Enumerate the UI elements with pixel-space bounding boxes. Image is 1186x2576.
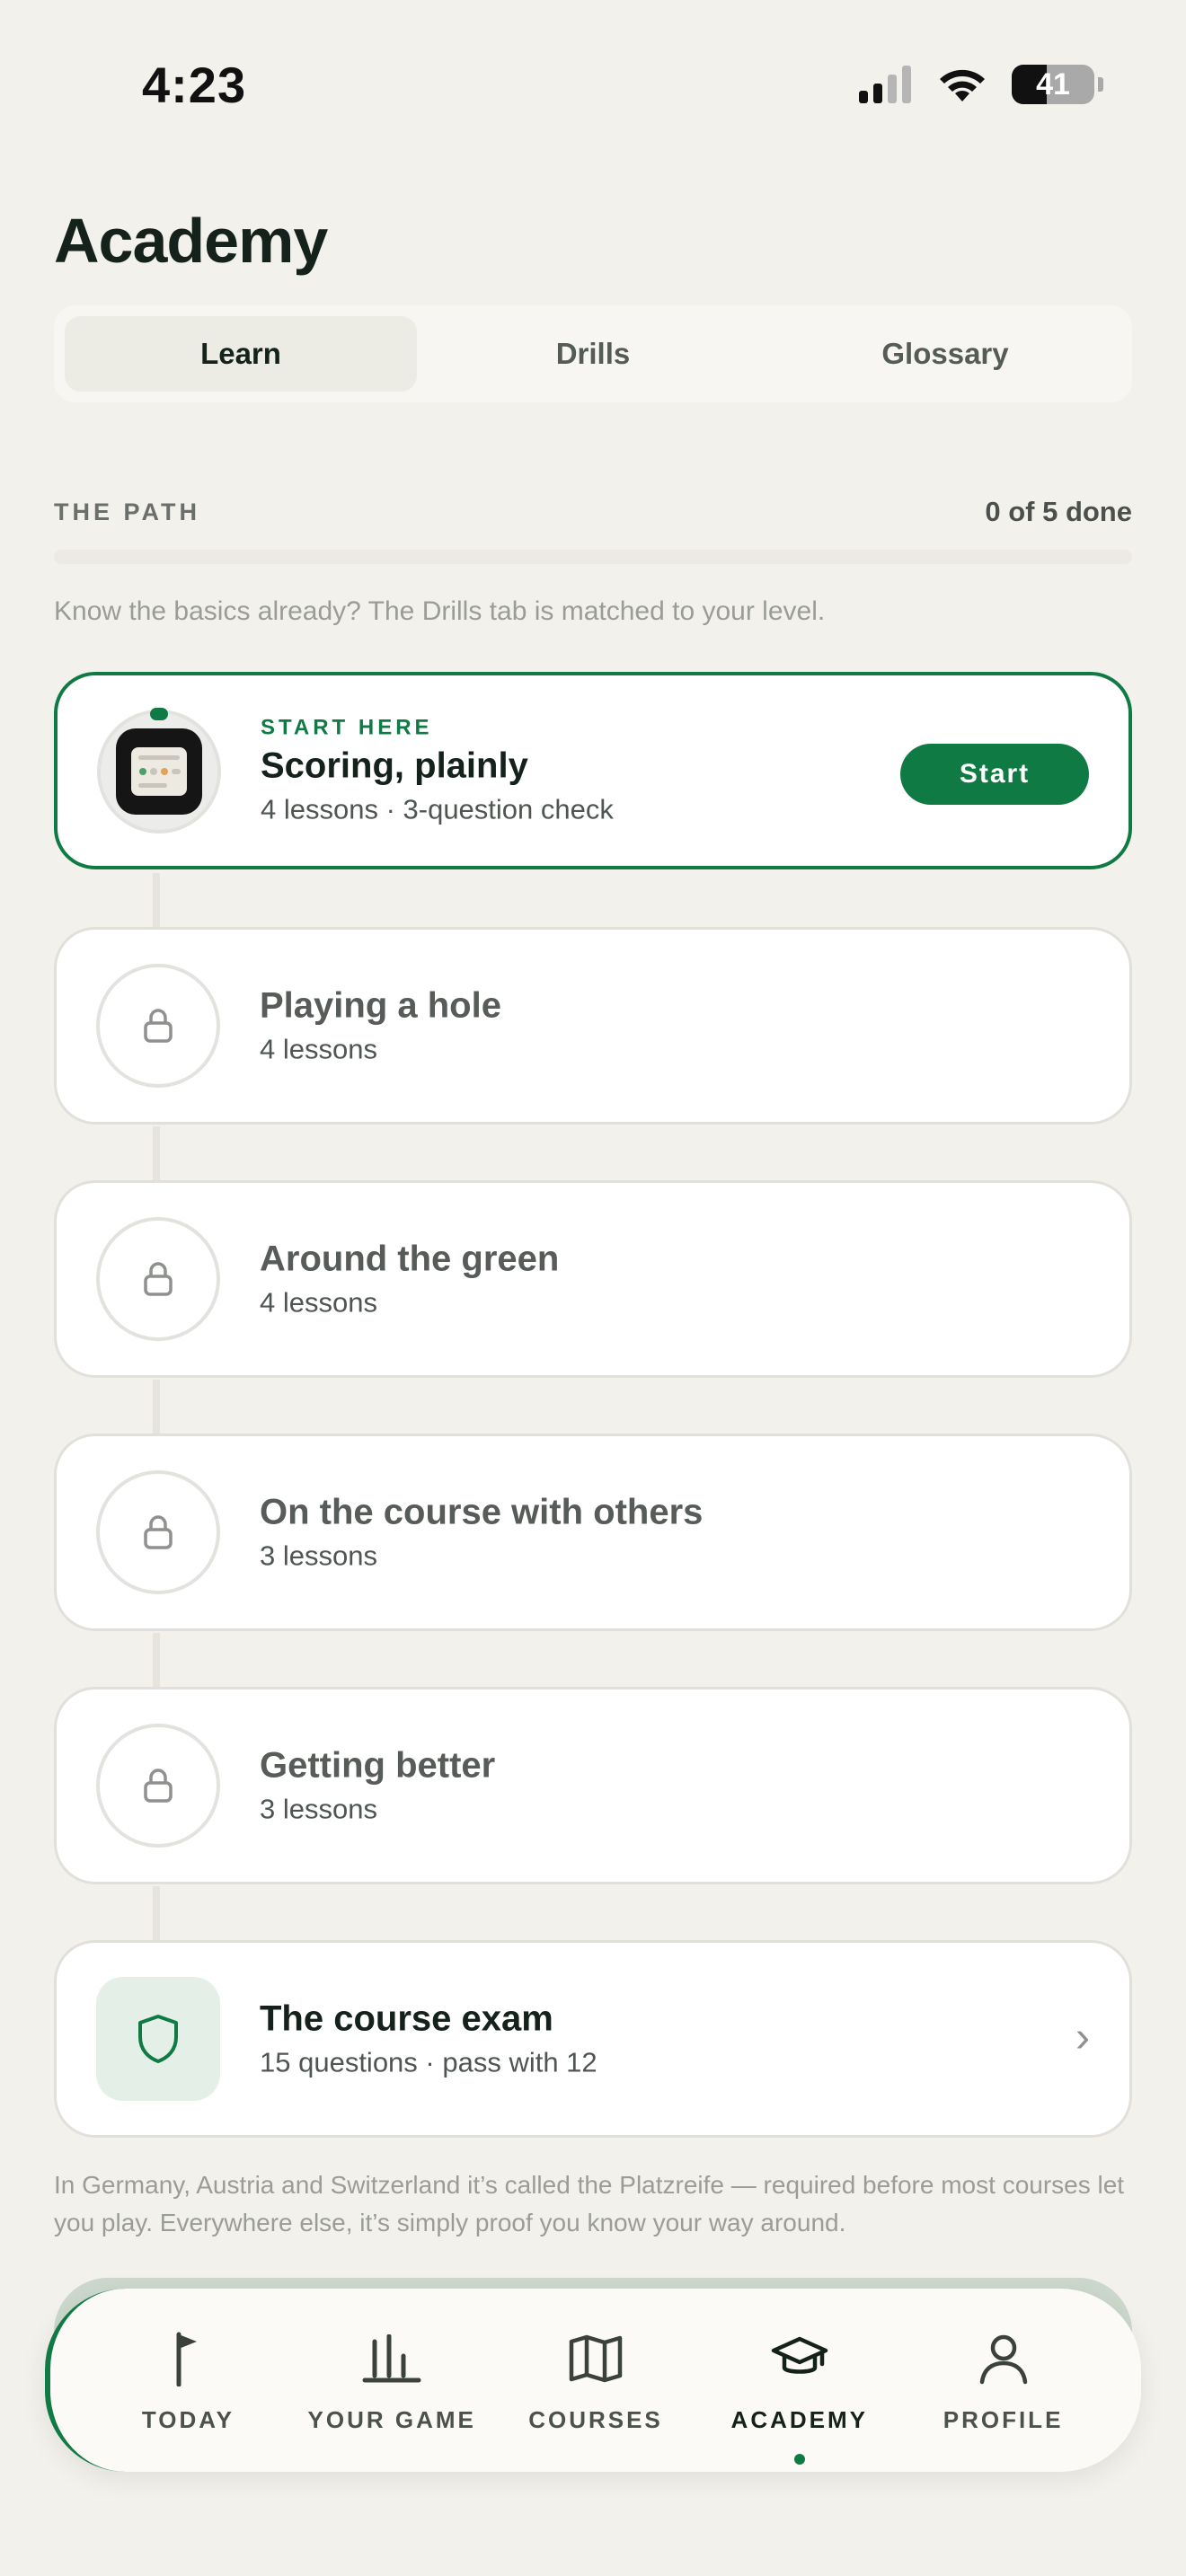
battery-icon: 41 <box>1012 65 1094 104</box>
module-icon-ring <box>96 1724 220 1848</box>
scorecard-icon <box>116 728 202 815</box>
path-header: THE PATH 0 of 5 done <box>54 496 1132 528</box>
map-icon <box>569 2334 623 2382</box>
course-exam-card[interactable]: The course exam 15 questions · pass with… <box>54 1940 1132 2138</box>
module-icon-ring <box>96 964 220 1088</box>
module-subtitle: 4 lessons · 3-question check <box>261 793 614 825</box>
tab-your-game[interactable]: YOUR GAME <box>293 2327 491 2434</box>
module-title: Getting better <box>260 1745 496 1786</box>
active-tab-indicator <box>793 2453 805 2465</box>
status-icons: 41 <box>859 65 1103 104</box>
exam-subtitle: 15 questions · pass with 12 <box>260 2046 597 2078</box>
tab-learn[interactable]: Learn <box>65 316 417 392</box>
module-title: Scoring, plainly <box>261 745 528 786</box>
tab-label: TODAY <box>141 2405 235 2433</box>
module-icon-ring <box>97 708 221 834</box>
page-title: Academy <box>54 206 328 276</box>
status-time: 4:23 <box>142 57 247 113</box>
tab-label: YOUR GAME <box>307 2405 476 2433</box>
battery-cap <box>1098 77 1103 92</box>
exam-icon-tile <box>96 1977 220 2101</box>
module-card-playing-a-hole[interactable]: Playing a hole 4 lessons <box>54 927 1132 1125</box>
module-subtitle: 4 lessons <box>260 1286 377 1319</box>
tab-glossary[interactable]: Glossary <box>769 316 1121 392</box>
status-bar: 4:23 41 <box>0 0 1186 171</box>
module-title: Playing a hole <box>260 985 501 1026</box>
graduation-cap-icon <box>771 2336 828 2374</box>
module-title: On the course with others <box>260 1492 704 1532</box>
module-subtitle: 4 lessons <box>260 1033 377 1065</box>
shield-icon <box>138 2015 178 2063</box>
path-connector <box>153 873 160 927</box>
bar-chart-icon <box>362 2333 421 2382</box>
lock-icon <box>144 1515 173 1549</box>
tab-courses[interactable]: COURSES <box>497 2327 695 2434</box>
battery-level: 41 <box>1036 66 1070 101</box>
module-icon-ring <box>96 1470 220 1594</box>
tab-academy[interactable]: ACADEMY <box>701 2327 898 2465</box>
path-connector <box>153 1886 160 1940</box>
module-card-scoring[interactable]: START HERE Scoring, plainly 4 lessons · … <box>54 672 1132 869</box>
module-card-around-the-green[interactable]: Around the green 4 lessons <box>54 1180 1132 1378</box>
current-indicator-dot <box>150 708 168 720</box>
path-connector <box>153 1633 160 1687</box>
exam-title: The course exam <box>260 1998 553 2039</box>
path-hint: Know the basics already? The Drills tab … <box>54 596 826 626</box>
module-card-on-the-course[interactable]: On the course with others 3 lessons <box>54 1434 1132 1631</box>
lock-icon <box>144 1262 173 1296</box>
path-connector <box>153 1126 160 1180</box>
tab-profile[interactable]: PROFILE <box>905 2327 1102 2434</box>
tab-label: PROFILE <box>943 2405 1064 2433</box>
path-progress-count: 0 of 5 done <box>985 496 1132 527</box>
platzreife-footnote: In Germany, Austria and Switzerland it’s… <box>54 2171 1125 2236</box>
module-subtitle: 3 lessons <box>260 1793 377 1825</box>
tab-label: ACADEMY <box>730 2405 868 2433</box>
person-icon <box>979 2334 1027 2384</box>
path-connector <box>153 1380 160 1434</box>
wifi-icon <box>940 69 985 101</box>
chevron-right-icon: › <box>1075 2014 1090 2061</box>
module-icon-ring <box>96 1217 220 1341</box>
start-button[interactable]: Start <box>900 744 1089 805</box>
tab-today[interactable]: TODAY <box>89 2327 287 2434</box>
segmented-control: Learn Drills Glossary <box>54 305 1132 402</box>
cellular-signal-icon <box>859 66 911 103</box>
tab-label: COURSES <box>528 2405 663 2433</box>
path-label: THE PATH <box>54 498 200 525</box>
flag-icon <box>176 2332 198 2386</box>
bottom-tab-bar: TODAY YOUR GAME COURSES ACADEMY PROFILE <box>45 2289 1141 2472</box>
tab-drills[interactable]: Drills <box>417 316 769 392</box>
path-progress-bar <box>54 550 1132 564</box>
lock-icon <box>144 1009 173 1043</box>
module-subtitle: 3 lessons <box>260 1539 377 1572</box>
module-card-getting-better[interactable]: Getting better 3 lessons <box>54 1687 1132 1884</box>
module-title: Around the green <box>260 1239 560 1279</box>
lock-icon <box>144 1769 173 1803</box>
module-eyebrow: START HERE <box>261 715 433 740</box>
